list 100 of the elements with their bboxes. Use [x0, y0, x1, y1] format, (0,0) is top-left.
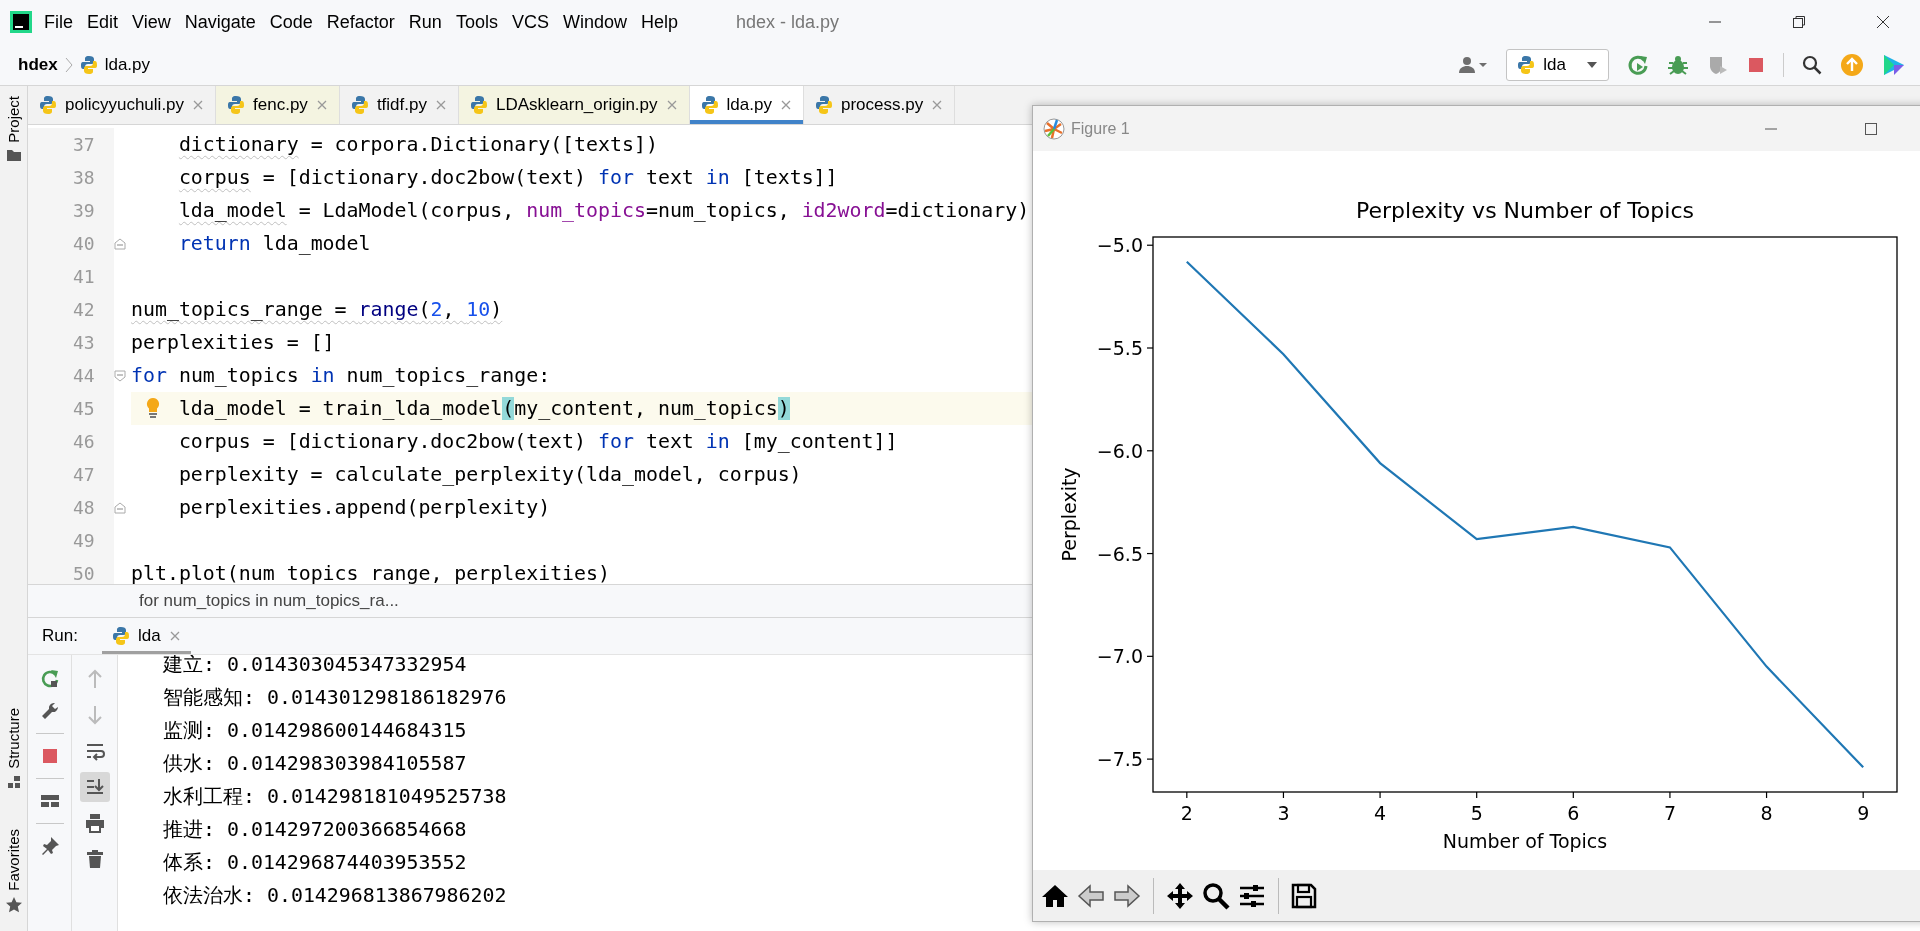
- tick-label: 2: [1180, 802, 1193, 824]
- tick-mark: [1572, 791, 1574, 799]
- tick-mark: [1379, 791, 1381, 799]
- menu-item[interactable]: Tools: [455, 11, 498, 33]
- maximize-icon[interactable]: [1864, 121, 1878, 136]
- menu-item[interactable]: Run: [408, 11, 442, 33]
- python-icon: [814, 95, 833, 115]
- trash-icon[interactable]: [84, 849, 105, 869]
- code-line: perplexity = calculate_perplexity(lda_model, corpus): [178, 462, 802, 488]
- file-tab[interactable]: fenc.py: [216, 86, 340, 124]
- close-icon[interactable]: [1876, 15, 1890, 29]
- menu-item[interactable]: VCS: [511, 11, 549, 33]
- line-number: 50: [28, 557, 114, 584]
- chart-title: Perplexity vs Number of Topics: [1356, 198, 1694, 223]
- scroll-to-end-icon[interactable]: [79, 772, 110, 802]
- menu-item[interactable]: View: [132, 11, 171, 33]
- code-line: perplexities.append(perplexity): [178, 495, 551, 521]
- app-icon: [1043, 117, 1065, 140]
- breadcrumb[interactable]: for num_topics in num_topics_ra...: [139, 591, 399, 611]
- menu-item[interactable]: Help: [640, 11, 678, 33]
- line-number: 40: [28, 227, 114, 260]
- user-icon[interactable]: [1458, 54, 1489, 75]
- line-number: 44: [28, 359, 114, 392]
- code-line: for num_topics in num_topics_range:: [131, 363, 551, 389]
- move-icon[interactable]: [1166, 881, 1194, 910]
- fold-marker-icon[interactable]: [114, 501, 126, 514]
- panel-label: Run:: [42, 626, 78, 646]
- toolbox-icon[interactable]: [1882, 52, 1906, 77]
- bug-icon[interactable]: [1667, 53, 1689, 76]
- menu-item[interactable]: Code: [269, 11, 313, 33]
- soft-wrap-icon[interactable]: [84, 741, 105, 761]
- fold-marker-icon[interactable]: [114, 369, 126, 382]
- tick-label: 5: [1470, 802, 1483, 824]
- line-number: 48: [28, 491, 114, 524]
- console-line: 水利工程: 0.014298181049525738: [163, 784, 507, 810]
- rerun-icon[interactable]: [1627, 53, 1649, 76]
- menu-item[interactable]: Window: [562, 11, 627, 33]
- sliders-icon[interactable]: [1238, 882, 1266, 909]
- code-line: num_topics_range = range(2, 10): [131, 297, 503, 323]
- file-tab[interactable]: LDAsklearn_origin.py: [458, 86, 690, 124]
- line-number: 43: [28, 326, 114, 359]
- tick-label: 9: [1857, 802, 1870, 824]
- python-icon: [700, 95, 719, 115]
- search-icon[interactable]: [1802, 54, 1822, 75]
- tick-mark: [1146, 450, 1154, 452]
- menu-item[interactable]: Navigate: [184, 11, 256, 33]
- tick-mark: [1669, 791, 1671, 799]
- console-line: 体系: 0.014296874403953552: [163, 850, 467, 876]
- tick-label: −7.5: [1096, 748, 1143, 771]
- line-number: 42: [28, 293, 114, 326]
- python-icon: [227, 95, 246, 115]
- folder-icon[interactable]: [6, 148, 21, 161]
- caret-icon: [1586, 60, 1598, 69]
- code-line: perplexities = []: [131, 330, 335, 356]
- python-icon: [469, 95, 488, 115]
- home-icon[interactable]: [1041, 882, 1069, 909]
- tick-label: 3: [1277, 802, 1290, 824]
- run-tab[interactable]: lda: [101, 618, 191, 654]
- tool-window-tab[interactable]: Project: [5, 96, 22, 143]
- rerun-icon[interactable]: [39, 669, 60, 689]
- code-line: lda_model = train_lda_model(my_content, num_topics): [178, 396, 790, 422]
- run-config-dropdown[interactable]: lda: [1506, 48, 1609, 81]
- right-arrow-icon[interactable]: [1113, 882, 1141, 909]
- console-line: 监测: 0.014298600144684315: [163, 718, 467, 744]
- menu-item[interactable]: File: [44, 11, 73, 33]
- tool-window-tab[interactable]: Favorites: [5, 829, 22, 891]
- line-number: 45: [28, 392, 114, 425]
- restore-icon[interactable]: [1792, 15, 1806, 29]
- tick-label: −6.0: [1096, 439, 1143, 462]
- axis-label: Number of Topics: [1442, 830, 1608, 852]
- structure-icon[interactable]: [6, 775, 21, 790]
- printer-icon[interactable]: [84, 813, 105, 833]
- project-crumb[interactable]: hdex: [18, 54, 58, 75]
- console-line: 智能感知: 0.014301298186182976: [163, 685, 507, 711]
- magnifier-icon[interactable]: [1202, 881, 1230, 910]
- tick-mark: [1282, 791, 1285, 799]
- left-arrow-icon[interactable]: [1077, 882, 1105, 909]
- tool-window-tab[interactable]: Structure: [5, 708, 22, 770]
- tick-label: 8: [1760, 802, 1773, 824]
- console-line: 供水: 0.014298303984105587: [163, 751, 467, 777]
- window-title: Figure 1: [1071, 119, 1130, 138]
- tick-mark: [1146, 758, 1154, 760]
- fold-marker-icon[interactable]: [114, 237, 126, 250]
- stop-icon[interactable]: [1747, 55, 1765, 74]
- code-line: lda_model = LdaModel(corpus, num_topics=num_topics, id2word=dictionary): [178, 198, 1030, 224]
- menu-item[interactable]: Refactor: [326, 11, 395, 33]
- menu-item[interactable]: Edit: [87, 11, 119, 33]
- tick-label: 7: [1663, 802, 1676, 824]
- tick-label: 6: [1567, 802, 1580, 824]
- app-logo-icon: [10, 11, 32, 33]
- lightbulb-icon[interactable]: [145, 397, 161, 419]
- file-tab[interactable]: lda.py: [689, 86, 804, 124]
- code-line: corpus = [dictionary.doc2bow(text) for text in [texts]]: [178, 165, 838, 191]
- chevron-icon: [64, 56, 73, 73]
- python-icon: [350, 95, 369, 115]
- tick-label: −6.5: [1096, 542, 1143, 565]
- star-icon[interactable]: [5, 897, 22, 913]
- line-number: 39: [28, 194, 114, 227]
- file-crumb[interactable]: lda.py: [104, 54, 151, 75]
- tick-mark: [1146, 244, 1154, 246]
